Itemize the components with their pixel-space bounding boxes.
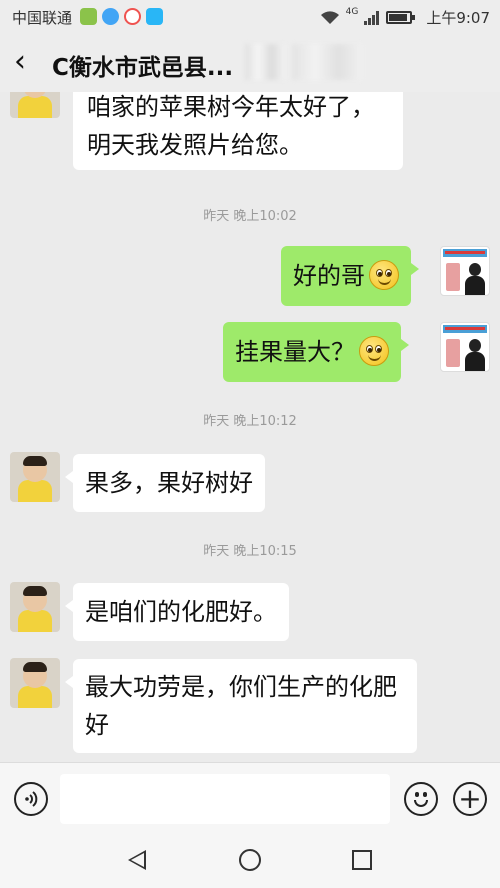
- chat-header: ‹ C衡水市武邑县...: [0, 34, 500, 92]
- app-notification-icon: [124, 8, 141, 25]
- avatar[interactable]: [440, 246, 490, 296]
- wifi-icon: [320, 11, 339, 24]
- message-input-bar: +: [0, 762, 500, 834]
- clock: 上午9:07: [426, 9, 490, 27]
- nav-home-icon[interactable]: [239, 849, 261, 871]
- message-text: 好的哥: [293, 262, 365, 290]
- signal-icon: [364, 10, 380, 25]
- redacted-area: [292, 44, 362, 80]
- avatar[interactable]: [10, 582, 60, 632]
- app-notification-icon: [146, 8, 163, 25]
- voice-waves-icon: [25, 791, 38, 807]
- message-bubble[interactable]: 挂果量大？: [223, 322, 409, 382]
- app-notification-icon: [102, 8, 119, 25]
- smiley-icon: [359, 336, 389, 366]
- plus-icon[interactable]: +: [453, 782, 487, 816]
- timestamp: 昨天 晚上10:15: [203, 544, 297, 559]
- timestamp: 昨天 晚上10:12: [203, 414, 297, 429]
- system-nav-bar: [0, 834, 500, 888]
- message-bubble[interactable]: 果多，果好树好: [65, 454, 265, 512]
- message-bubble[interactable]: 是咱们的化肥好。: [65, 583, 289, 641]
- message-bubble[interactable]: 好的哥: [281, 246, 419, 306]
- emoji-icon[interactable]: [404, 782, 438, 816]
- message-bubble[interactable]: 咱家的苹果树今年太好了，明天我发照片给您。: [73, 92, 403, 170]
- message-text: 咱家的苹果树今年太好了，明天我发照片给您。: [87, 93, 375, 159]
- message-input[interactable]: [60, 774, 390, 824]
- chat-messages[interactable]: 咱家的苹果树今年太好了，明天我发照片给您。 昨天 晚上10:02 好的哥 挂果量…: [0, 92, 500, 762]
- timestamp: 昨天 晚上10:02: [203, 209, 297, 224]
- nav-recent-icon[interactable]: [352, 850, 372, 870]
- notification-icons: [80, 8, 163, 25]
- chevron-left-icon[interactable]: ‹: [14, 47, 40, 77]
- carrier-name: 中国联通: [12, 9, 73, 27]
- avatar[interactable]: [10, 92, 60, 118]
- message-text: 是咱们的化肥好。: [85, 598, 277, 626]
- status-bar: 中国联通 4G 上午9:07: [0, 0, 500, 34]
- network-type: 4G: [345, 6, 359, 17]
- chat-title[interactable]: C衡水市武邑县...: [52, 48, 233, 82]
- message-text: 挂果量大？: [235, 338, 355, 366]
- voice-icon[interactable]: [14, 782, 48, 816]
- app-notification-icon: [80, 8, 97, 25]
- smiley-icon: [369, 260, 399, 290]
- battery-icon: [386, 11, 416, 24]
- avatar[interactable]: [10, 658, 60, 708]
- message-bubble[interactable]: 最大功劳是，你们生产的化肥好: [65, 659, 417, 753]
- avatar[interactable]: [440, 322, 490, 372]
- avatar[interactable]: [10, 452, 60, 502]
- message-text: 果多，果好树好: [85, 469, 253, 497]
- nav-back-icon[interactable]: [128, 850, 146, 870]
- message-text: 最大功劳是，你们生产的化肥好: [85, 673, 397, 739]
- redacted-area: [245, 44, 285, 80]
